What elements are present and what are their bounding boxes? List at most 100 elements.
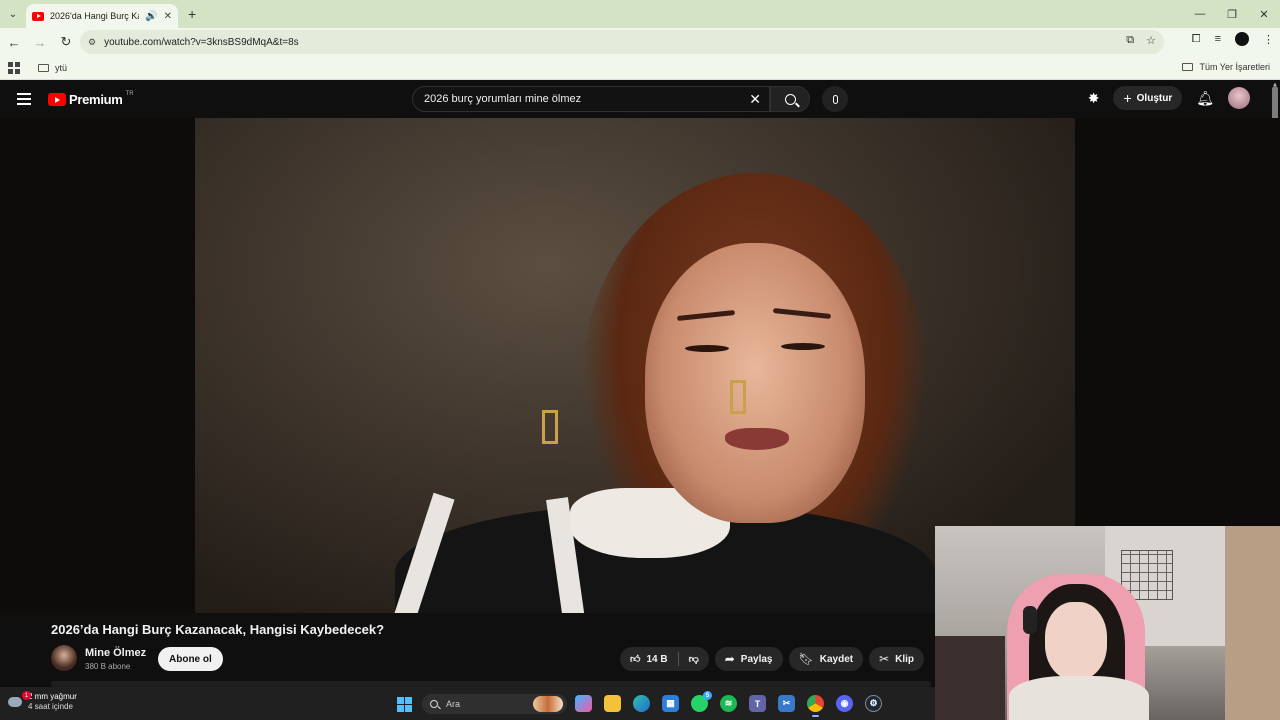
taskbar-search[interactable]: Ara xyxy=(422,694,567,714)
url-text: youtube.com/watch?v=3knsBS9dMqA&t=8s xyxy=(104,36,299,48)
voice-search-button[interactable] xyxy=(822,86,848,112)
chrome-icon[interactable] xyxy=(807,695,824,717)
install-app-icon[interactable]: ⧉ xyxy=(1126,34,1134,47)
spotify-icon[interactable]: ≋ xyxy=(720,695,737,712)
toolbar-right: ⧠ ≡ ⋮ xyxy=(1192,32,1274,46)
ai-sparkle-icon[interactable]: ✸ xyxy=(1088,90,1100,107)
search-highlight-art xyxy=(533,696,563,712)
scissors-icon: ✂ xyxy=(879,652,890,666)
window-controls: — ❐ ✕ xyxy=(1184,0,1280,28)
weather-text: 2 mm yağmur 4 saat içinde xyxy=(28,692,77,712)
share-arrow-icon: ➦ xyxy=(724,652,735,666)
all-bookmarks[interactable]: Tüm Yer İşaretleri xyxy=(1182,62,1270,72)
plus-icon: + xyxy=(1123,90,1132,106)
forward-arrow-icon[interactable]: → xyxy=(28,30,52,54)
webcam-person-face xyxy=(1045,602,1107,680)
youtube-favicon-icon xyxy=(32,11,44,21)
brow xyxy=(676,309,736,322)
weather-line-2: 4 saat içinde xyxy=(28,702,73,711)
reload-icon[interactable]: ↻ xyxy=(54,30,78,54)
extensions-icon[interactable]: ⧠ xyxy=(1192,33,1201,46)
profile-avatar[interactable] xyxy=(1235,32,1249,46)
tab-close-icon[interactable]: ✕ xyxy=(164,11,172,22)
save-button[interactable]: 🔖︎ Kaydet xyxy=(788,647,864,671)
file-explorer-icon[interactable] xyxy=(604,695,621,712)
earring xyxy=(730,380,746,414)
taskbar-search-placeholder: Ara xyxy=(446,699,461,709)
bookmark-folder-ytu[interactable]: ytü xyxy=(38,63,67,73)
weather-alert-badge: 1 xyxy=(22,691,31,700)
weather-widget[interactable]: 2 mm yağmur 4 saat içinde xyxy=(8,692,77,712)
browser-toolbar: ← → ↻ ⚙ youtube.com/watch?v=3knsBS9dMqA&… xyxy=(0,28,1280,56)
apps-grid-icon[interactable] xyxy=(8,61,20,74)
create-label: Oluştur xyxy=(1136,92,1173,104)
window-close-icon[interactable]: ✕ xyxy=(1248,0,1280,28)
create-button[interactable]: + Oluştur xyxy=(1113,86,1183,110)
header-actions: ✸ + Oluştur 🔔︎ xyxy=(1088,86,1250,110)
like-button[interactable]: 👍︎ 14 B xyxy=(620,647,678,671)
youtube-premium-logo[interactable]: Premium TR xyxy=(48,90,134,107)
subscribe-button[interactable]: Abone ol xyxy=(158,647,223,671)
tab-search-chevron-icon[interactable]: ⌄ xyxy=(0,0,26,28)
windows-start-icon[interactable] xyxy=(397,697,412,712)
video-subject-face xyxy=(645,243,865,523)
all-bookmarks-label: Tüm Yer İşaretleri xyxy=(1199,62,1270,72)
whatsapp-icon[interactable]: 5 xyxy=(691,691,712,712)
taskbar-apps: ▦ 5 ≋ T ✂ ◉ ⚙ xyxy=(575,691,882,717)
clip-label: Klip xyxy=(895,653,915,665)
speaker-icon[interactable]: 🔊 xyxy=(145,11,157,22)
clear-search-icon[interactable]: ✕ xyxy=(749,91,761,108)
address-bar[interactable]: ⚙ youtube.com/watch?v=3knsBS9dMqA&t=8s ⧉… xyxy=(80,30,1164,54)
hamburger-menu-icon[interactable] xyxy=(17,93,31,105)
site-info-icon[interactable]: ⚙ xyxy=(88,37,96,48)
discord-icon[interactable]: ◉ xyxy=(836,695,853,712)
steam-icon[interactable]: ⚙ xyxy=(865,695,882,712)
like-dislike-group: 👍︎ 14 B 👎︎ xyxy=(620,647,709,671)
clip-button[interactable]: ✂ Klip xyxy=(869,647,925,671)
subscriber-count: 380 B abone xyxy=(85,662,131,671)
snipping-tool-icon[interactable]: ✂ xyxy=(778,695,795,712)
search-input[interactable]: 2026 burç yorumları mine ölmez ✕ xyxy=(412,86,770,112)
channel-avatar[interactable] xyxy=(51,645,77,671)
folder-icon xyxy=(1182,63,1194,71)
microphone-icon xyxy=(832,94,838,104)
mouth xyxy=(725,428,789,450)
back-arrow-icon[interactable]: ← xyxy=(2,30,26,54)
browser-tab-active[interactable]: 2026'da Hangi Burç Kazana 🔊 ✕ xyxy=(26,4,178,28)
share-button[interactable]: ➦ Paylaş xyxy=(714,647,783,671)
edge-icon[interactable] xyxy=(633,695,650,712)
tab-title: 2026'da Hangi Burç Kazana xyxy=(50,11,139,21)
new-tab-plus-icon[interactable]: + xyxy=(188,6,196,22)
share-label: Paylaş xyxy=(740,653,773,665)
bookmark-star-icon[interactable]: ☆ xyxy=(1146,34,1156,47)
video-title: 2026’da Hangi Burç Kazanacak, Hangisi Ka… xyxy=(51,622,385,637)
video-actions: 👍︎ 14 B 👎︎ ➦ Paylaş 🔖︎ Kaydet ✂ Klip ⋯ xyxy=(620,647,948,671)
copilot-icon[interactable] xyxy=(575,695,592,712)
folder-icon xyxy=(38,63,49,72)
thumbs-down-icon: 👎︎ xyxy=(688,654,699,665)
windows-taskbar: 2 mm yağmur 4 saat içinde Ara ▦ 5 ≋ T ✂ … xyxy=(0,687,935,720)
restore-icon[interactable]: ❐ xyxy=(1216,0,1248,28)
account-avatar[interactable] xyxy=(1228,87,1250,109)
brow xyxy=(772,307,832,320)
youtube-play-icon xyxy=(48,93,66,106)
dislike-button[interactable]: 👎︎ xyxy=(679,647,709,671)
media-control-icon[interactable]: ≡ xyxy=(1215,33,1221,45)
webcam-person-body xyxy=(1009,676,1149,720)
logo-region: TR xyxy=(125,90,134,97)
weather-line-1: 2 mm yağmur xyxy=(28,692,77,701)
channel-name[interactable]: Mine Ölmez xyxy=(85,647,146,659)
menu-kebab-icon[interactable]: ⋮ xyxy=(1263,33,1274,46)
microsoft-store-icon[interactable]: ▦ xyxy=(662,695,679,712)
omnibox-actions: ⧉ ☆ xyxy=(1126,34,1156,47)
teams-icon[interactable]: T xyxy=(749,695,766,712)
eye xyxy=(685,345,729,352)
search-button[interactable] xyxy=(770,86,810,112)
minimize-icon[interactable]: — xyxy=(1184,0,1216,28)
like-count: 14 B xyxy=(646,653,668,665)
notifications-bell-icon[interactable]: 🔔︎ xyxy=(1196,90,1214,107)
webcam-bed xyxy=(935,636,1005,720)
search-icon xyxy=(430,700,438,708)
bookmarks-bar: ytü Tüm Yer İşaretleri xyxy=(0,56,1280,80)
webcam-overlay xyxy=(935,526,1280,720)
